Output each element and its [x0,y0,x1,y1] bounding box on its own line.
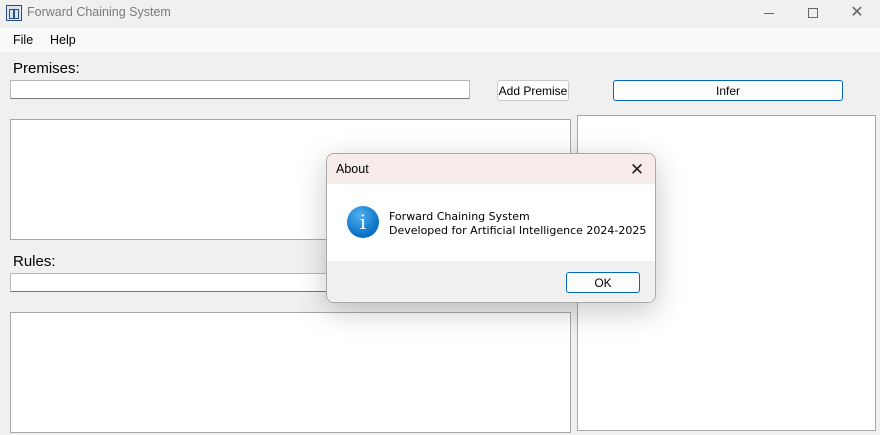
close-icon: ✕ [629,159,645,179]
window-title: Forward Chaining System [27,5,171,19]
premises-label: Premises: [13,60,80,77]
rule-input[interactable] [10,273,330,292]
app-icon [6,5,22,21]
minimize-button[interactable] [746,0,792,26]
menu-file[interactable]: File [13,33,33,47]
about-dialog: About ✕ i Forward Chaining System Develo… [326,153,656,303]
dialog-title: About [336,162,369,176]
dialog-title-bar [327,154,655,184]
add-premise-button[interactable]: Add Premise [497,80,569,101]
ok-button[interactable]: OK [566,272,640,293]
menu-bar [0,28,880,52]
rules-label: Rules: [13,253,56,270]
dialog-footer: OK [327,261,655,302]
info-icon: i [347,206,379,238]
dialog-close-button[interactable]: ✕ [627,159,647,179]
close-button[interactable]: ✕ [834,0,880,26]
rules-list[interactable] [10,312,571,433]
maximize-button[interactable] [790,0,836,26]
minimize-icon [764,12,774,14]
dialog-message-body: Developed for Artificial Intelligence 20… [389,224,647,237]
premise-input[interactable] [10,80,470,99]
menu-help[interactable]: Help [50,33,76,47]
infer-button[interactable]: Infer [613,80,843,101]
close-icon: ✕ [850,4,864,21]
dialog-message-title: Forward Chaining System [389,210,530,223]
maximize-icon [808,8,818,18]
